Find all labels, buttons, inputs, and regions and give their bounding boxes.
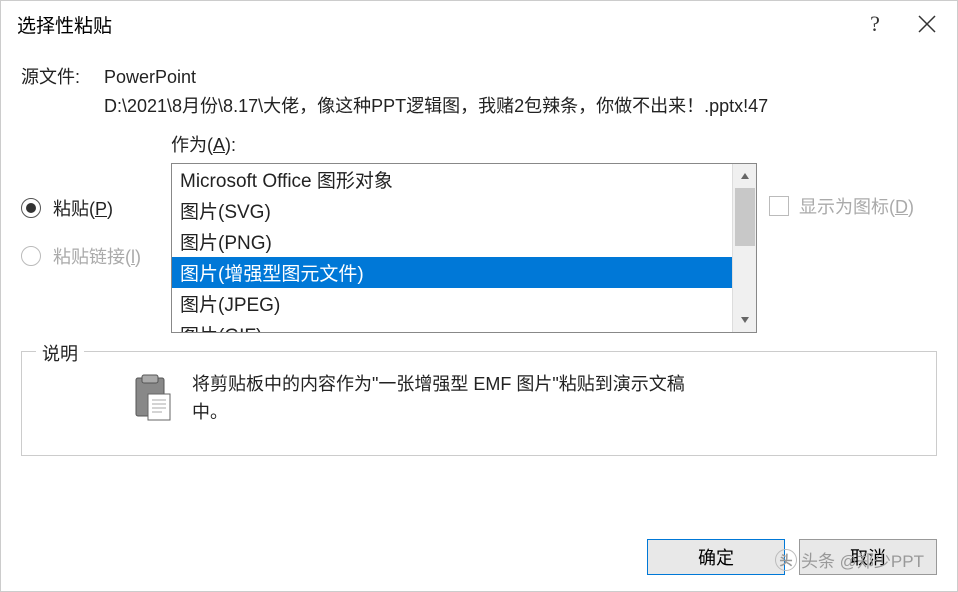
- source-info: PowerPoint D:\2021\8月份\8.17\大佬，像这种PPT逻辑图…: [104, 63, 768, 121]
- scroll-down-button[interactable]: [733, 308, 756, 332]
- as-label: 作为(A):: [171, 131, 937, 157]
- cancel-button[interactable]: 取消: [799, 539, 937, 575]
- help-button[interactable]: ?: [861, 10, 889, 38]
- radio-icon: [21, 246, 41, 266]
- scroll-thumb[interactable]: [735, 188, 755, 246]
- source-label: 源文件:: [21, 63, 104, 121]
- source-file-row: 源文件: PowerPoint D:\2021\8月份\8.17\大佬，像这种P…: [21, 63, 937, 121]
- list-item[interactable]: 图片(GIF): [172, 319, 732, 332]
- list-item[interactable]: 图片(PNG): [172, 226, 732, 257]
- show-as-icon-label: 显示为图标(D): [799, 193, 914, 219]
- close-icon: [918, 15, 936, 33]
- list-item[interactable]: 图片(增强型图元文件): [172, 257, 732, 288]
- format-listbox[interactable]: Microsoft Office 图形对象 图片(SVG) 图片(PNG) 图片…: [171, 163, 757, 333]
- title-bar: 选择性粘贴 ?: [1, 1, 957, 47]
- checkbox-icon: [769, 196, 789, 216]
- chevron-up-icon: [740, 171, 750, 181]
- description-text: 将剪贴板中的内容作为"一张增强型 EMF 图片"粘贴到演示文稿中。: [192, 370, 712, 428]
- dialog-title: 选择性粘贴: [17, 11, 861, 38]
- scrollbar[interactable]: [732, 164, 756, 332]
- clipboard-icon: [132, 374, 174, 422]
- show-as-icon-checkbox: 显示为图标(D): [769, 193, 937, 219]
- scroll-up-button[interactable]: [733, 164, 756, 188]
- source-path: D:\2021\8月份\8.17\大佬，像这种PPT逻辑图，我赌2包辣条，你做不…: [104, 92, 768, 121]
- paste-link-radio: 粘贴链接(l): [21, 243, 171, 269]
- paste-link-radio-label: 粘贴链接(l): [53, 243, 141, 269]
- description-group: 说明 将剪贴板中的内容作为"一张增强型 EMF 图片"粘贴到演示文稿中。: [21, 351, 937, 457]
- paste-radio-label: 粘贴(P): [53, 195, 113, 221]
- radio-icon: [21, 198, 41, 218]
- description-legend: 说明: [36, 340, 84, 366]
- paste-radio[interactable]: 粘贴(P): [21, 195, 171, 221]
- list-item[interactable]: Microsoft Office 图形对象: [172, 164, 732, 195]
- source-app: PowerPoint: [104, 63, 768, 92]
- close-button[interactable]: [913, 10, 941, 38]
- list-item[interactable]: 图片(JPEG): [172, 288, 732, 319]
- ok-button[interactable]: 确定: [647, 539, 785, 575]
- list-item[interactable]: 图片(SVG): [172, 195, 732, 226]
- chevron-down-icon: [740, 315, 750, 325]
